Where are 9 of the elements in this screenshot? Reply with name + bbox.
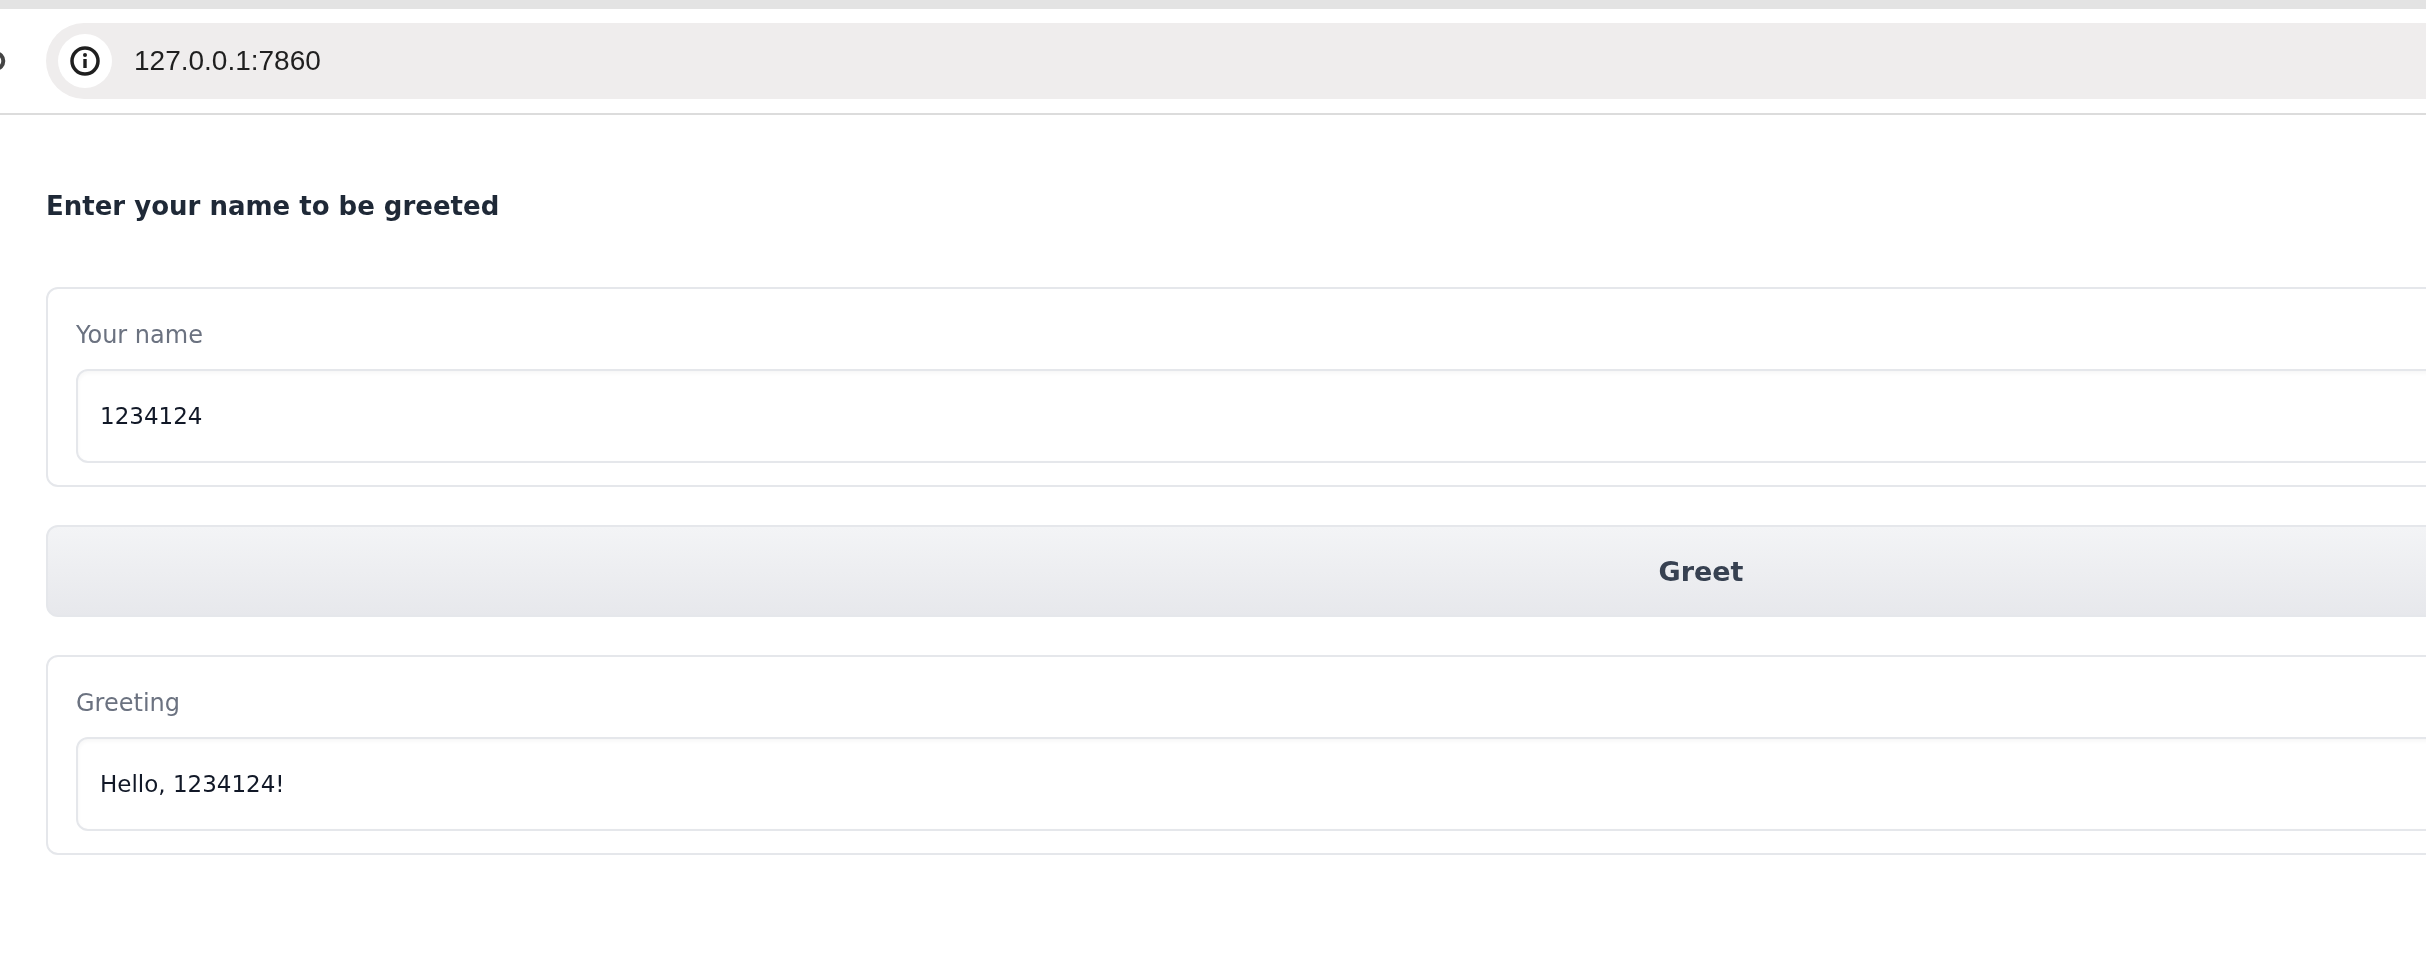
info-icon[interactable]: [58, 34, 112, 88]
address-bar[interactable]: 127.0.0.1:7860: [46, 23, 2426, 99]
page-heading: Enter your name to be greeted: [46, 191, 501, 221]
url-text: 127.0.0.1:7860: [134, 45, 321, 77]
greet-button[interactable]: Greet: [46, 525, 2426, 617]
field-label: Your name: [76, 321, 203, 349]
greeting-output[interactable]: Hello, 1234124!: [76, 737, 2426, 831]
field-label: Greeting: [76, 689, 180, 717]
name-input[interactable]: 1234124: [76, 369, 2426, 463]
